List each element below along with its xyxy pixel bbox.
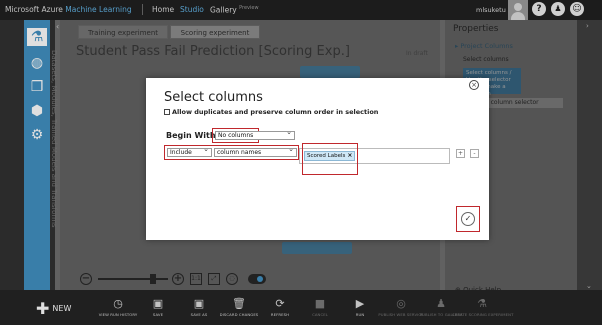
begin-with-label: Begin With (166, 131, 216, 140)
remove-rule-button[interactable]: - (470, 149, 479, 158)
selected-column-label: Scored Labels (307, 153, 346, 159)
rule-type-dropdown[interactable]: column names (214, 146, 297, 157)
ok-button[interactable]: ✓ (461, 212, 475, 226)
allow-duplicates-checkbox[interactable] (164, 109, 170, 115)
add-rule-button[interactable]: + (456, 149, 465, 158)
selected-column-tag[interactable]: Scored Labels × (304, 151, 356, 161)
rule-type-value: column names (217, 149, 262, 156)
close-icon[interactable]: × (469, 80, 479, 90)
allow-duplicates-label: Allow duplicates and preserve column ord… (172, 108, 379, 116)
rule-mode-dropdown[interactable]: Include (167, 146, 212, 157)
allow-duplicates-option[interactable]: Allow duplicates and preserve column ord… (164, 108, 378, 116)
checkmark-icon: ✓ (464, 214, 472, 223)
begin-with-dropdown[interactable]: No columns (215, 129, 295, 140)
dialog-title: Select columns (164, 90, 263, 105)
remove-tag-icon[interactable]: × (347, 152, 352, 159)
rule-mode-value: Include (170, 149, 192, 156)
begin-with-value: No columns (218, 132, 254, 139)
select-columns-dialog: × Select columns Allow duplicates and pr… (146, 78, 489, 240)
